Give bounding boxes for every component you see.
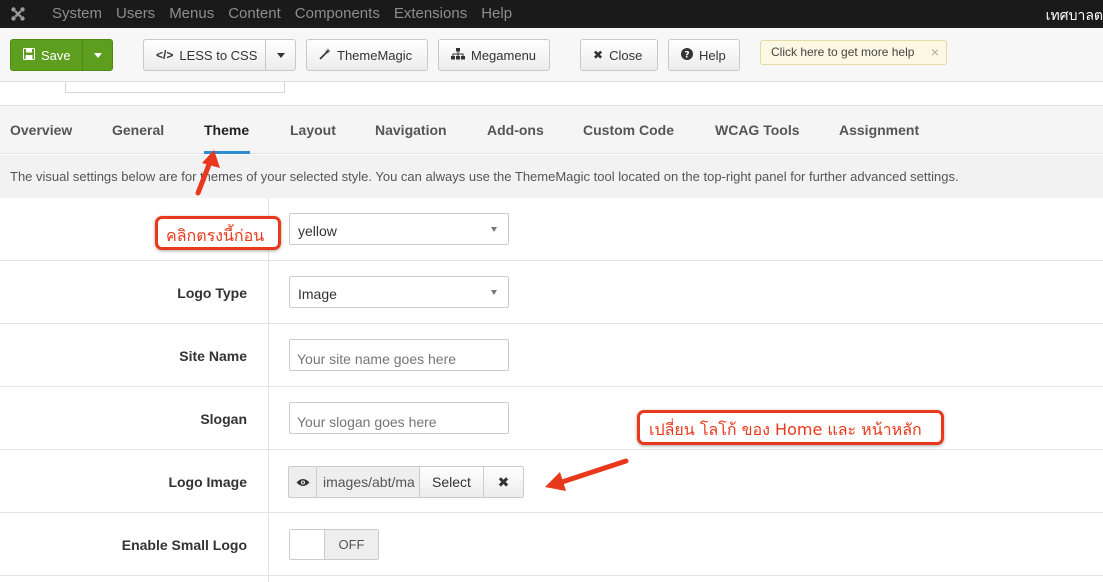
- menu-menus[interactable]: Menus: [169, 5, 214, 22]
- site-name-label: Site Name: [179, 348, 247, 364]
- slogan-input[interactable]: [289, 402, 509, 434]
- main-menu: System Users Menus Content Components Ex…: [52, 5, 526, 22]
- theme-description-text: The visual settings below are for themes…: [10, 169, 959, 184]
- enable-small-logo-row: Enable Small Logo OFF: [0, 513, 1103, 576]
- site-name-input[interactable]: [289, 339, 509, 371]
- theme-select-value: yellow: [298, 223, 337, 239]
- sitemap-icon: [451, 47, 465, 63]
- menu-users[interactable]: Users: [116, 5, 155, 22]
- logo-image-row: Logo Image images/abt/ma Select ✖: [0, 450, 1103, 513]
- caret-down-icon: [93, 52, 102, 58]
- close-label: Close: [609, 47, 643, 63]
- menu-extensions[interactable]: Extensions: [394, 5, 467, 22]
- logo-type-select[interactable]: Image: [289, 276, 509, 308]
- site-name-row: Site Name: [0, 324, 1103, 387]
- menu-content[interactable]: Content: [228, 5, 281, 22]
- close-button[interactable]: ✖ Close: [580, 39, 658, 71]
- tab-assignment[interactable]: Assignment: [839, 122, 919, 138]
- less-to-css-label: LESS to CSS: [179, 47, 258, 63]
- logo-image-path: images/abt/ma: [317, 466, 420, 498]
- annotation-click-here-first: คลิกตรงนี้ก่อน: [155, 216, 281, 250]
- code-icon: </>: [156, 48, 174, 62]
- thememagic-button[interactable]: ThemeMagic: [306, 39, 428, 71]
- logo-type-row: Logo Type Image: [0, 261, 1103, 324]
- toggle-knob: [290, 530, 325, 559]
- save-dropdown-toggle[interactable]: [82, 40, 112, 70]
- tab-overview[interactable]: Overview: [10, 122, 72, 138]
- admin-menu-bar: System Users Menus Content Components Ex…: [0, 0, 1103, 28]
- logo-type-select-value: Image: [298, 286, 337, 302]
- megamenu-label: Megamenu: [471, 47, 537, 63]
- logo-image-clear-button[interactable]: ✖: [484, 466, 524, 498]
- enable-small-logo-label: Enable Small Logo: [121, 537, 247, 553]
- caret-down-icon: [491, 227, 497, 232]
- svg-text:?: ?: [684, 50, 689, 60]
- slogan-label: Slogan: [200, 411, 247, 427]
- style-title-input[interactable]: [65, 82, 285, 93]
- help-label: Help: [699, 47, 726, 63]
- settings-tabs: Overview General Theme Layout Navigation…: [0, 105, 1103, 154]
- toggle-off-label: OFF: [325, 530, 378, 559]
- menu-help[interactable]: Help: [481, 5, 512, 22]
- less-dropdown-toggle[interactable]: [265, 40, 295, 70]
- tab-add-ons[interactable]: Add-ons: [487, 122, 544, 138]
- preview-eye-icon[interactable]: [288, 466, 317, 498]
- theme-select[interactable]: yellow: [289, 213, 509, 245]
- magic-wand-icon: [319, 47, 331, 63]
- save-label: Save: [41, 47, 71, 63]
- tab-navigation[interactable]: Navigation: [375, 122, 447, 138]
- tab-theme[interactable]: Theme: [204, 122, 249, 138]
- caret-down-icon: [491, 290, 497, 295]
- theme-description: The visual settings below are for themes…: [0, 155, 1103, 198]
- logo-image-media-field: images/abt/ma Select ✖: [288, 466, 524, 498]
- logo-type-label: Logo Type: [177, 285, 247, 301]
- menu-system[interactable]: System: [52, 5, 102, 22]
- save-icon: [23, 47, 35, 63]
- caret-down-icon: [276, 52, 285, 58]
- enable-small-logo-toggle[interactable]: OFF: [289, 529, 379, 560]
- logo-image-label: Logo Image: [168, 474, 247, 490]
- less-to-css-button[interactable]: </> LESS to CSS: [143, 39, 296, 71]
- tab-layout[interactable]: Layout: [290, 122, 336, 138]
- menu-components[interactable]: Components: [295, 5, 380, 22]
- question-icon: ?: [681, 47, 693, 63]
- logo-image-select-button[interactable]: Select: [420, 466, 484, 498]
- site-name-link[interactable]: เทศบาลต: [1046, 5, 1103, 27]
- theme-settings-form: yellow Logo Type Image Site Name Slogan …: [0, 198, 1103, 576]
- joomla-icon[interactable]: [10, 6, 26, 22]
- active-tab-indicator: [204, 151, 250, 154]
- save-button[interactable]: Save: [10, 39, 113, 71]
- tab-wcag-tools[interactable]: WCAG Tools: [715, 122, 800, 138]
- megamenu-button[interactable]: Megamenu: [438, 39, 550, 71]
- tab-general[interactable]: General: [112, 122, 164, 138]
- close-icon: ✖: [593, 48, 604, 62]
- tab-custom-code[interactable]: Custom Code: [583, 122, 674, 138]
- tooltip-close-icon[interactable]: ×: [931, 44, 939, 60]
- thememagic-label: ThemeMagic: [337, 47, 413, 63]
- help-tooltip[interactable]: Click here to get more help ×: [760, 40, 947, 65]
- help-button[interactable]: ? Help: [668, 39, 740, 71]
- annotation-change-logo: เปลี่ยน โลโก้ ของ Home และ หน้าหลัก: [637, 410, 944, 445]
- help-tooltip-text: Click here to get more help: [771, 45, 915, 59]
